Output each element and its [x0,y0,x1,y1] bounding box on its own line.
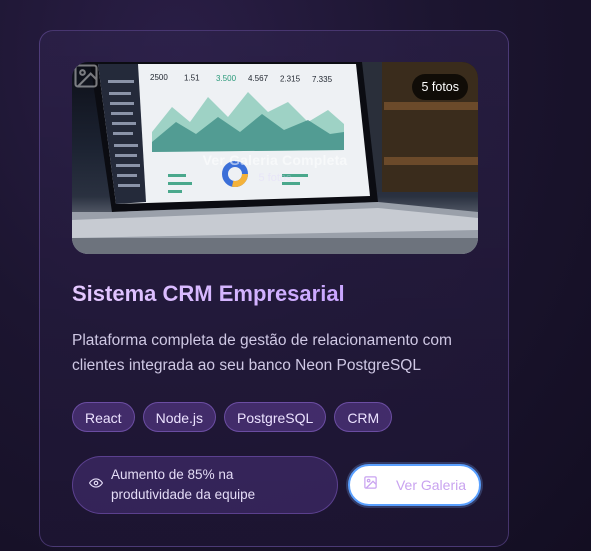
tag-crm: CRM [334,402,393,432]
project-hero-image[interactable]: 2500 1.51 3.500 4.567 2.315 7.335 Ver Galeria… [72,62,478,254]
image-icon [363,475,378,495]
screen-stat-value: 2.315 [280,75,301,84]
project-title: Sistema CRM Empresarial [72,281,345,306]
view-gallery-button[interactable]: Ver Galeria [348,464,481,506]
view-gallery-label: Ver Galeria [395,477,467,493]
impact-metric-text: Aumento de 85% na produtividade da equip… [111,467,256,502]
screen-stat-value: 7.335 [312,75,333,84]
tag-nodejs: Node.js [142,402,217,432]
screen-stat-value: 1.51 [184,73,200,82]
tag-postgresql: PostgreSQL [224,402,327,432]
tech-tags: React Node.js PostgreSQL CRM [72,402,393,432]
project-description: Plataforma completa de gestão de relacio… [72,332,452,374]
impact-metric: Aumento de 85% na produtividade da equip… [72,456,338,514]
screen-stat-value: 3.500 [216,74,237,83]
photo-count-badge: 5 fotos [412,74,468,100]
eye-icon [88,476,104,495]
screen-stat-value: 4.567 [248,74,269,83]
screen-stat-value: 2500 [150,73,168,82]
tag-react: React [72,402,135,432]
